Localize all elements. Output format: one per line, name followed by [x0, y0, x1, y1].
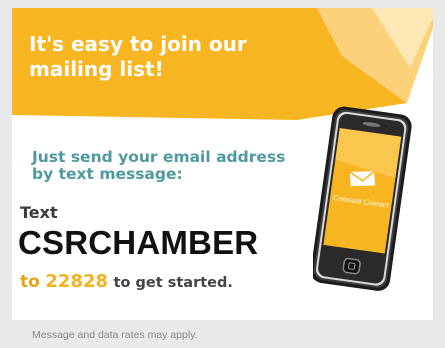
smartphone-icon: Constant Contact [313, 106, 412, 291]
cta-rest: to get started. [113, 275, 233, 291]
short-code: 22828 [45, 271, 109, 292]
keyword: CSRCHAMBER [18, 224, 259, 261]
subhead: Just send your email address by text mes… [32, 148, 286, 183]
cta-line: to 22828 to get started. [20, 271, 233, 292]
text-label: Text [20, 203, 58, 222]
footer-disclaimer: Message and data rates may apply. [32, 329, 198, 341]
headline: It's easy to join our mailing list! [29, 32, 247, 81]
cta-to: to [20, 272, 40, 292]
